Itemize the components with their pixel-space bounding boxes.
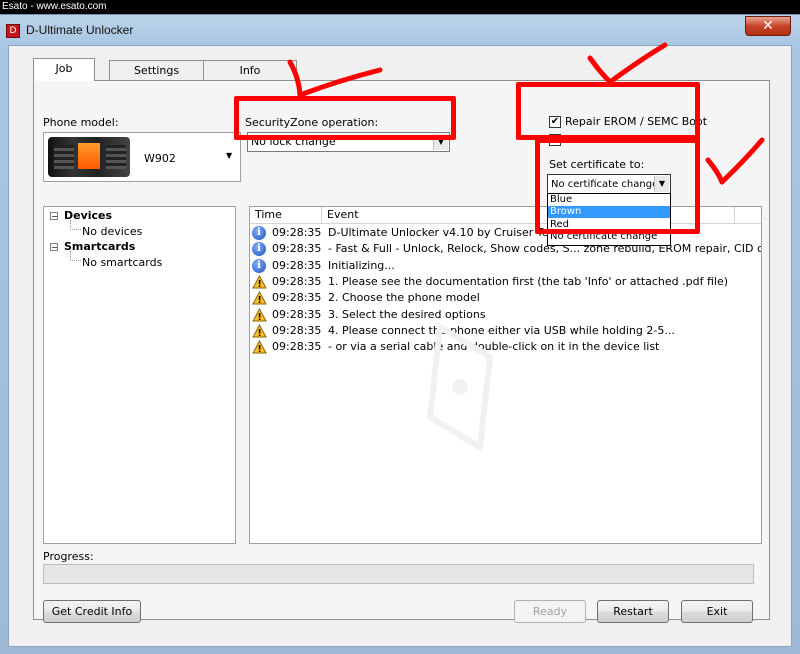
tree-connector <box>70 220 81 230</box>
window-title: D-Ultimate Unlocker <box>26 23 134 37</box>
info-icon: i <box>252 226 267 240</box>
tab-info[interactable]: Info <box>203 60 297 80</box>
column-header-time[interactable]: Time <box>250 207 322 223</box>
warning-icon <box>252 291 267 305</box>
log-event: D-Ultimate Unlocker v4.10 by Cruiser Tea… <box>328 226 566 239</box>
warning-icon <box>252 340 267 354</box>
tab-settings[interactable]: Settings <box>109 60 204 80</box>
progress-label: Progress: <box>43 550 94 563</box>
log-event: 2. Choose the phone model <box>328 291 480 305</box>
log-event: Initializing... <box>328 258 395 272</box>
log-time: 09:28:35 <box>272 258 322 272</box>
tab-job[interactable]: Job <box>33 58 95 81</box>
log-time: 09:28:35 <box>272 323 322 337</box>
collapse-icon[interactable]: − <box>50 243 58 252</box>
collapse-icon[interactable]: − <box>50 212 58 221</box>
log-row[interactable]: 09:28:35 2. Choose the phone model <box>250 290 761 306</box>
phone-model-value: W902 <box>144 152 176 165</box>
log-time: 09:28:35 <box>272 307 322 321</box>
chevron-down-icon: ▼ <box>226 151 233 160</box>
ready-button[interactable]: Ready <box>514 600 586 623</box>
warning-icon <box>252 307 267 322</box>
watermark-bar: Esato - www.esato.com <box>0 0 800 14</box>
annotation-box-repair-erom <box>516 82 700 140</box>
log-time: 09:28:35 <box>272 226 322 239</box>
info-icon: i <box>252 258 267 273</box>
log-event: - Fast & Full - Unlock, Relock, Show cod… <box>328 242 762 256</box>
tree-connector <box>70 251 81 261</box>
event-log[interactable]: Time Event i 09:28:35 D-Ultimate Unlocker … <box>249 206 762 544</box>
log-time: 09:28:35 <box>272 242 322 256</box>
warning-icon <box>252 274 267 289</box>
log-event: 1. Please see the documentation first (t… <box>328 274 729 288</box>
app-icon: D <box>6 24 20 38</box>
annotation-box-security-zone <box>234 96 456 140</box>
warning-icon <box>252 323 267 338</box>
log-time: 09:28:35 <box>272 291 322 305</box>
phone-model-select[interactable]: W902 ▼ <box>43 132 241 182</box>
tree-node-no-smartcards: No smartcards <box>82 256 163 269</box>
log-row[interactable]: i 09:28:35 Initializing... <box>250 258 761 274</box>
log-row[interactable]: 09:28:35 1. Please see the documentation … <box>250 274 761 290</box>
restart-button[interactable]: Restart <box>597 600 669 623</box>
info-icon: i <box>252 242 267 257</box>
log-row[interactable]: i 09:28:35 - Fast & Full - Unlock, Relock,… <box>250 241 761 257</box>
close-button[interactable]: ✕ <box>745 16 791 36</box>
annotation-box-certificate <box>535 138 700 234</box>
get-credit-info-button[interactable]: Get Credit Info <box>43 600 141 623</box>
watermark-logo <box>426 322 494 452</box>
log-time: 09:28:35 <box>272 340 322 354</box>
phone-model-label: Phone model: <box>43 116 119 129</box>
exit-button[interactable]: Exit <box>681 600 753 623</box>
log-time: 09:28:35 <box>272 274 322 288</box>
progress-bar <box>43 564 754 584</box>
phone-image <box>48 137 130 177</box>
tree-node-no-devices: No devices <box>82 225 143 238</box>
device-tree[interactable]: − Devices No devices − Smartcards No sma… <box>43 206 236 544</box>
